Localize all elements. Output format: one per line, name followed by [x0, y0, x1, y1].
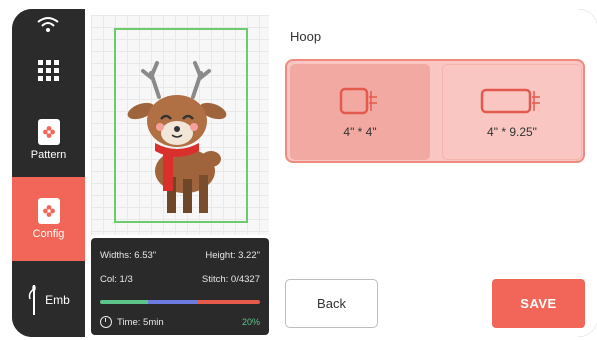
time-text: Time: 5min: [117, 316, 164, 328]
pattern-icon: [37, 119, 60, 145]
hoop-options: 4" * 4" 4" * 9.25": [285, 59, 585, 163]
clock-icon: [100, 316, 112, 328]
wifi-icon: [37, 17, 59, 32]
col-text: Col: 1/3: [100, 274, 133, 285]
needle-icon: [28, 285, 36, 315]
sidebar-item-grid[interactable]: [12, 41, 85, 99]
hoop-title: Hoop: [290, 29, 322, 44]
deer-embroidery-image: [127, 61, 227, 213]
hoop-large-icon: [480, 88, 540, 114]
stitch-row: Col: 1/3 Stitch: 0/4327: [100, 274, 260, 285]
progress-percent: 20%: [241, 317, 260, 327]
sidebar-item-config[interactable]: Config: [12, 177, 85, 261]
device-frame: Pattern Config Emb Widths: 6.53" Height:…: [12, 9, 597, 337]
hoop-option-label: 4" * 4": [343, 125, 377, 139]
dimensions-row: Widths: 6.53" Height: 3.22": [100, 250, 260, 261]
main-content: Widths: 6.53" Height: 3.22" Col: 1/3 Sti…: [85, 9, 597, 337]
widths-text: Widths: 6.53": [100, 250, 157, 261]
sidebar: Pattern Config Emb: [12, 9, 85, 337]
embroidery-info-panel: Widths: 6.53" Height: 3.22" Col: 1/3 Sti…: [91, 238, 269, 335]
hoop-option-4x925[interactable]: 4" * 9.25": [442, 64, 582, 160]
config-icon: [37, 198, 60, 224]
back-button[interactable]: Back: [285, 279, 378, 328]
stitch-text: Stitch: 0/4327: [201, 274, 260, 285]
hoop-option-4x4[interactable]: 4" * 4": [290, 64, 430, 160]
embroidery-preview: [91, 15, 269, 235]
time-row: Time: 5min 20%: [100, 316, 260, 328]
hoop-option-label: 4" * 9.25": [487, 125, 537, 139]
sidebar-item-emb[interactable]: Emb: [12, 267, 85, 333]
grid-icon: [38, 59, 59, 81]
save-button[interactable]: SAVE: [492, 279, 585, 328]
hoop-small-icon: [339, 87, 377, 115]
stitch-progress-bar: [100, 300, 260, 304]
height-text: Height: 3.22": [205, 250, 260, 261]
sidebar-item-label: Emb: [45, 293, 70, 307]
sidebar-item-label: Config: [32, 228, 65, 240]
sidebar-item-label: Pattern: [30, 149, 67, 161]
sidebar-item-pattern[interactable]: Pattern: [12, 105, 85, 175]
